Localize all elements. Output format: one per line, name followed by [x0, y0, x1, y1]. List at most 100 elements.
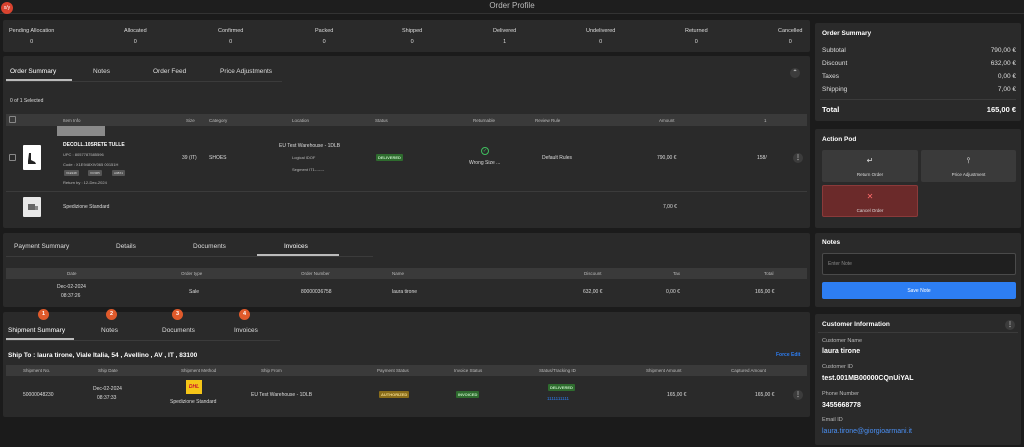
shipping-thumbnail [23, 197, 41, 217]
tab-notes[interactable]: Notes [93, 68, 110, 75]
tab-order-feed[interactable]: Order Feed [153, 68, 186, 75]
col-order-number: Order Number [301, 271, 330, 276]
customer-id: test.001MB00000CQnUiYAL [822, 375, 914, 382]
item-thumbnail[interactable] [23, 145, 41, 170]
item-returnable: Wrong Size ... [469, 160, 501, 166]
return-order-button[interactable]: ↵ Return Order [822, 150, 918, 182]
tab-divider [6, 256, 373, 257]
item-status-badge: DELIVERED [376, 154, 403, 161]
shipment-more-icon[interactable]: ⋮ [793, 390, 803, 400]
customer-info-panel: Customer Information ⋮ Customer Name lau… [815, 314, 1021, 445]
tab-shipment-invoices[interactable]: Invoices [234, 327, 258, 334]
col-review-rule: Review Rule [535, 118, 561, 123]
item-logical: Logical IDOF [292, 155, 316, 160]
status-label: Pending Allocation [9, 28, 55, 34]
price-adjustment-button[interactable]: ⫯ Price Adjustment [921, 150, 1016, 182]
row-checkbox[interactable] [9, 154, 16, 161]
save-note-button[interactable]: Save Note [822, 282, 1016, 299]
return-order-label: Return Order [856, 172, 884, 177]
tab-order-summary[interactable]: Order Summary [10, 68, 56, 75]
shipment-number[interactable]: 50000048230 [23, 392, 54, 398]
col-discount: Discount [584, 271, 602, 276]
customer-more-icon[interactable]: ⋮ [1005, 320, 1015, 330]
tab-divider [6, 340, 280, 341]
col-date: Date [67, 271, 77, 276]
discount-value: 632,00 € [990, 60, 1016, 67]
col-returnable: Returnable [473, 118, 496, 123]
shipment-panel: Shipment Summary Notes Documents Invoice… [3, 312, 810, 417]
item-code: Code : X1E948XIV065 00151H [63, 162, 119, 167]
row-more-icon[interactable]: ⋮ [793, 153, 803, 163]
item-location: EU Test Warehouse - 1DLB [279, 143, 341, 149]
email-label: Email ID [822, 417, 843, 423]
item-size: 39 (IT) [182, 155, 197, 161]
item-review-rule: Default Rules [542, 155, 573, 161]
status-value: 0 [599, 39, 603, 45]
col-shipment-no: Shipment No. [23, 368, 51, 373]
force-edit-link[interactable]: Force Edit [776, 352, 800, 358]
status-delivered: Delivered 1 [493, 28, 516, 45]
invoice-order-number[interactable]: 80000036758 [301, 289, 332, 295]
item-upc: UPC : 8057787585596 [63, 152, 104, 157]
status-confirmed: Confirmed 0 [218, 28, 243, 45]
col-captured-amount: Captured Amount [731, 368, 767, 373]
notes-title: Notes [822, 239, 841, 246]
payment-panel: Payment Summary Details Documents Invoic… [3, 233, 810, 307]
shipping-amount: 7,00 € [663, 204, 677, 210]
total-label: Total [822, 105, 840, 114]
col-invoice-status: Invoice Status [454, 368, 483, 373]
shipping-name: Spedizione Standard [63, 204, 110, 210]
col-name: Name [392, 271, 405, 276]
taxes-label: Taxes [822, 73, 839, 80]
col-category: Category [209, 118, 228, 123]
tab-shipment-documents[interactable]: Documents [162, 327, 195, 334]
order-summary-panel: Order Summary Notes Order Feed Price Adj… [3, 56, 810, 228]
shipping-label: Shipping [822, 86, 848, 93]
collapse-chevron-icon[interactable]: ⌃ [790, 68, 800, 78]
title-bar: x/y Order Profile [0, 0, 1024, 14]
tab-payment-summary[interactable]: Payment Summary [14, 243, 69, 250]
price-adjustment-label: Price Adjustment [951, 172, 986, 177]
cancel-order-button[interactable]: ✕ Cancel Order [822, 185, 918, 217]
tab-documents[interactable]: Documents [193, 243, 226, 250]
selected-count: 0 of 1 Selected [10, 98, 44, 104]
status-label: Allocated [124, 28, 147, 34]
select-all-checkbox[interactable] [9, 116, 16, 123]
return-arrow-icon: ↵ [866, 156, 874, 165]
status-packed: Packed 0 [315, 28, 333, 45]
col-payment-status: Payment Status [377, 368, 409, 373]
shipment-date: Dec-02-2024 [93, 386, 122, 392]
tab-price-adjustments[interactable]: Price Adjustments [220, 68, 272, 75]
row-divider [6, 191, 807, 192]
tab-details[interactable]: Details [116, 243, 136, 250]
shipment-time: 08:37:33 [97, 395, 117, 401]
payment-status-badge: AUTHORIZED [379, 391, 410, 398]
page-title: Order Profile [489, 1, 535, 10]
item-chip: A08X1 [112, 170, 126, 176]
item-amount: 790,00 € [657, 155, 677, 161]
order-totals-panel: Order Summary Subtotal 790,00 € Discount… [815, 23, 1021, 121]
dhl-logo-icon: DHL [186, 380, 202, 394]
status-value: 0 [229, 39, 233, 45]
status-undelivered: Undelivered 0 [586, 28, 615, 45]
email-link[interactable]: laura.tirone@giorgioarmani.it [822, 428, 912, 435]
items-table-header [6, 114, 807, 126]
status-label: Confirmed [218, 28, 244, 34]
tab-shipment-summary[interactable]: Shipment Summary [8, 327, 65, 334]
item-name: DECOLL.10SRETE TULLE [63, 142, 125, 148]
app-root: x/y Order Profile Pending Allocation 0 Al… [0, 0, 1024, 447]
status-allocated: Allocated 0 [124, 28, 147, 45]
col-amount: Amount [659, 118, 675, 123]
col-ship-from: Ship From [261, 368, 282, 373]
shipment-ship-from: EU Test Warehouse - 1DLB [251, 392, 313, 398]
tab-shipment-notes[interactable]: Notes [101, 327, 118, 334]
status-value: 0 [30, 39, 34, 45]
subtotal-value: 790,00 € [990, 47, 1016, 54]
totals-divider [820, 99, 1016, 100]
cancel-order-label: Cancel Order [856, 208, 884, 213]
tracking-id-link[interactable]: 1111111111 [547, 396, 569, 401]
status-label: Delivered [493, 28, 517, 34]
note-input[interactable] [822, 253, 1016, 275]
tab-invoices[interactable]: Invoices [284, 243, 308, 250]
customer-info-title: Customer Information [822, 321, 890, 328]
